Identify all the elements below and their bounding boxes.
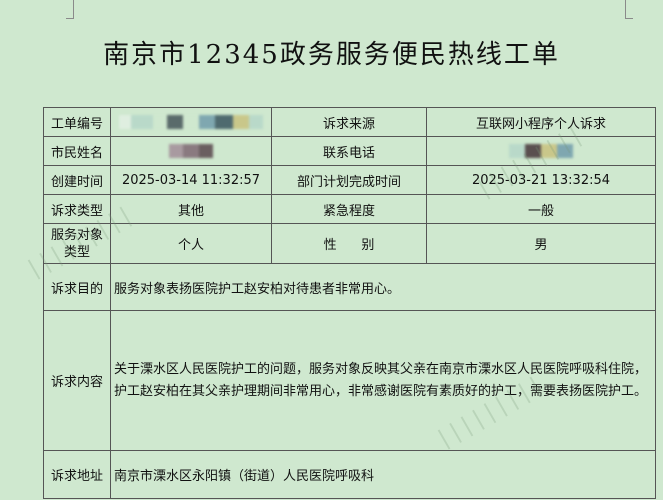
created-time-value: 2025-03-14 11:32:57 bbox=[110, 165, 272, 195]
row-created-time: 创建时间 2025-03-14 11:32:57 部门计划完成时间 2025-0… bbox=[43, 165, 656, 195]
service-target-value: 个人 bbox=[110, 223, 272, 264]
gender-label: 性 别 bbox=[271, 223, 427, 264]
gender-value: 男 bbox=[426, 223, 656, 264]
work-order-page: 南京市12345政务服务便民热线工单 工单编号 诉求来源 互联网小程序个人诉求 … bbox=[0, 0, 663, 500]
request-purpose-label: 诉求目的 bbox=[43, 263, 111, 311]
corner-crop-mark bbox=[66, 0, 74, 19]
corner-crop-mark bbox=[625, 0, 633, 19]
planned-completion-label: 部门计划完成时间 bbox=[271, 165, 427, 195]
redacted-ticket-number bbox=[119, 115, 263, 129]
request-type-value: 其他 bbox=[110, 194, 272, 224]
row-request-address: 诉求地址 南京市溧水区永阳镇（街道）人民医院呼吸科 bbox=[43, 450, 656, 499]
ticket-number-label: 工单编号 bbox=[43, 107, 111, 137]
work-order-table: 工单编号 诉求来源 互联网小程序个人诉求 市民姓名 联系电话 创建时间 2025… bbox=[43, 107, 656, 499]
redacted-citizen-name bbox=[169, 144, 213, 158]
row-citizen: 市民姓名 联系电话 bbox=[43, 136, 656, 166]
row-service-target: 服务对象类型 个人 性 别 男 bbox=[43, 223, 656, 264]
request-content-value: 关于溧水区人民医院护工的问题，服务对象反映其父亲在南京市溧水区人民医院呼吸科住院… bbox=[110, 310, 656, 451]
row-ticket-number: 工单编号 诉求来源 互联网小程序个人诉求 bbox=[43, 107, 656, 137]
request-source-label: 诉求来源 bbox=[271, 107, 427, 137]
row-request-content: 诉求内容 关于溧水区人民医院护工的问题，服务对象反映其父亲在南京市溧水区人民医院… bbox=[43, 310, 656, 451]
service-target-label: 服务对象类型 bbox=[43, 223, 111, 264]
urgency-label: 紧急程度 bbox=[271, 194, 427, 224]
page-title: 南京市12345政务服务便民热线工单 bbox=[103, 40, 560, 70]
created-time-label: 创建时间 bbox=[43, 165, 111, 195]
urgency-value: 一般 bbox=[426, 194, 656, 224]
request-address-value: 南京市溧水区永阳镇（街道）人民医院呼吸科 bbox=[110, 450, 656, 499]
planned-completion-value: 2025-03-21 13:32:54 bbox=[426, 165, 656, 195]
row-request-type: 诉求类型 其他 紧急程度 一般 bbox=[43, 194, 656, 224]
request-address-label: 诉求地址 bbox=[43, 450, 111, 499]
phone-label: 联系电话 bbox=[271, 136, 427, 166]
citizen-name-label: 市民姓名 bbox=[43, 136, 111, 166]
request-type-label: 诉求类型 bbox=[43, 194, 111, 224]
request-purpose-value: 服务对象表扬医院护工赵安柏对待患者非常用心。 bbox=[110, 263, 656, 311]
phone-value bbox=[426, 136, 656, 166]
citizen-name-value bbox=[110, 136, 272, 166]
request-source-value: 互联网小程序个人诉求 bbox=[426, 107, 656, 137]
request-content-label: 诉求内容 bbox=[43, 310, 111, 451]
redacted-phone bbox=[509, 144, 573, 158]
ticket-number-value bbox=[110, 107, 272, 137]
row-request-purpose: 诉求目的 服务对象表扬医院护工赵安柏对待患者非常用心。 bbox=[43, 263, 656, 311]
